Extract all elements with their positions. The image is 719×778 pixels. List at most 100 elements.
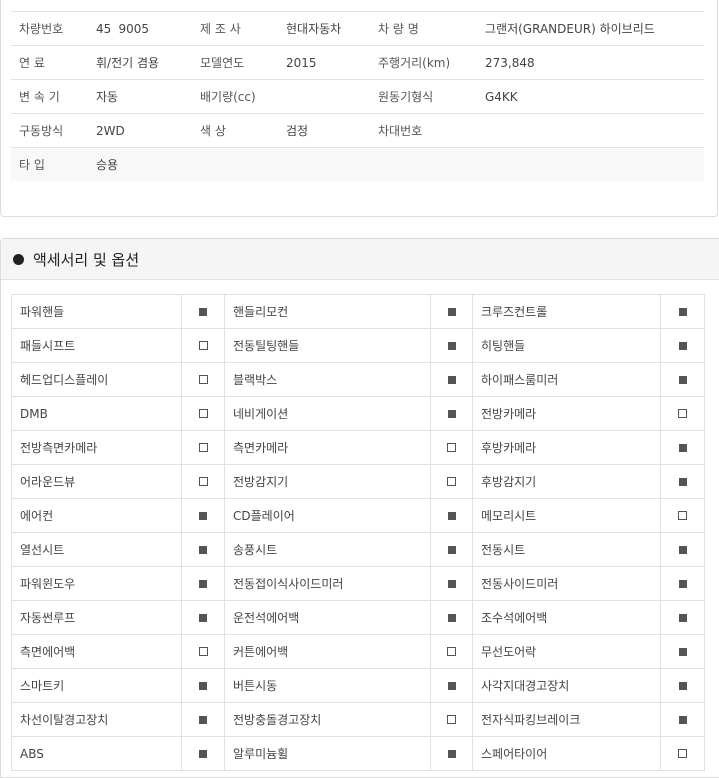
option-name: 측면카메라 — [224, 430, 431, 465]
bullet-icon — [13, 253, 24, 265]
filled-square-icon — [678, 579, 687, 588]
option-row: 전방측면카메라 측면카메라 후방카메라 — [11, 430, 705, 465]
option-name: 알루미늄휠 — [224, 736, 431, 771]
filled-square-icon — [447, 681, 456, 690]
option-name: 전동틸팅핸들 — [224, 328, 431, 363]
option-status-cell — [660, 702, 705, 737]
spec-value: 273,848 — [477, 45, 704, 80]
spec-label: 주행거리(km) — [370, 45, 477, 80]
spec-label: 차대번호 — [370, 113, 477, 148]
option-status-cell — [181, 498, 225, 533]
option-row: 어라운드뷰 전방감지기 후방감지기 — [11, 464, 705, 499]
option-status-cell — [660, 668, 705, 703]
filled-square-icon — [678, 647, 687, 656]
spec-label: 구동방식 — [11, 113, 88, 148]
option-row: 헤드업디스플레이 블랙박스 하이패스룸미러 — [11, 362, 705, 397]
option-name: 블랙박스 — [224, 362, 431, 397]
spec-row: 타 입 승용 — [11, 147, 704, 181]
options-header: 액세서리 및 옵션 — [1, 239, 719, 280]
option-name: 히팅핸들 — [472, 328, 661, 363]
options-panel: 액세서리 및 옵션 파워핸들 핸들리모컨 크루즈컨트롤 패들시프트 전동틸팅핸들 히팅핸들… — [0, 238, 719, 778]
spec-value: 현대자동차 — [278, 11, 370, 46]
option-name: 파워윈도우 — [11, 566, 182, 601]
options-title: 액세서리 및 옵션 — [33, 250, 140, 269]
option-name: 헤드업디스플레이 — [11, 362, 182, 397]
option-status-cell — [660, 600, 705, 635]
option-status-cell — [430, 328, 473, 363]
option-status-cell — [181, 566, 225, 601]
spec-row: 구동방식 2WD 색 상 검정 차대번호 — [11, 113, 704, 148]
filled-square-icon — [447, 375, 456, 384]
option-row: ABS 알루미늄휠 스페어타이어 — [11, 736, 705, 771]
option-status-cell — [660, 294, 705, 329]
option-name: 전방감지기 — [224, 464, 431, 499]
filled-square-icon — [447, 613, 456, 622]
empty-square-icon — [198, 340, 208, 350]
option-name: 파워핸들 — [11, 294, 182, 329]
option-name: 무선도어락 — [472, 634, 661, 669]
spec-value: 2015 — [278, 45, 370, 80]
empty-square-icon — [198, 646, 208, 656]
option-status-cell — [430, 566, 473, 601]
filled-square-icon — [447, 545, 456, 554]
option-status-cell — [430, 294, 473, 329]
option-name: CD플레이어 — [224, 498, 431, 533]
option-name: 조수석에어백 — [472, 600, 661, 635]
option-name: 스페어타이어 — [472, 736, 661, 771]
option-status-cell — [181, 464, 225, 499]
spec-value: 휘/전기 겸용 — [88, 45, 192, 80]
option-status-cell — [430, 498, 473, 533]
option-status-cell — [660, 566, 705, 601]
option-name: 전동시트 — [472, 532, 661, 567]
filled-square-icon — [678, 341, 687, 350]
option-row: 차선이탈경고장치 전방충돌경고장치 전자식파킹브레이크 — [11, 702, 705, 737]
option-row: 패들시프트 전동틸팅핸들 히팅핸들 — [11, 328, 705, 363]
spec-label: 타 입 — [11, 147, 88, 181]
filled-square-icon — [678, 477, 687, 486]
option-row: 파워윈도우 전동접이식사이드미러 전동사이드미러 — [11, 566, 705, 601]
option-name: 네비게이션 — [224, 396, 431, 431]
spec-label: 차량번호 — [11, 11, 88, 46]
spec-value: 검정 — [278, 113, 370, 148]
spec-value — [477, 147, 704, 181]
option-name: 전동접이식사이드미러 — [224, 566, 431, 601]
option-name: 핸들리모컨 — [224, 294, 431, 329]
option-status-cell — [660, 532, 705, 567]
empty-square-icon — [198, 442, 208, 452]
filled-square-icon — [199, 715, 207, 724]
option-name: 후방감지기 — [472, 464, 661, 499]
option-status-cell — [181, 430, 225, 465]
option-status-cell — [181, 362, 225, 397]
option-status-cell — [430, 464, 473, 499]
filled-square-icon — [199, 307, 207, 316]
option-status-cell — [181, 294, 225, 329]
empty-square-icon — [678, 510, 687, 520]
option-name: 자동썬루프 — [11, 600, 182, 635]
empty-square-icon — [447, 714, 456, 724]
empty-square-icon — [198, 408, 208, 418]
option-status-cell — [430, 736, 473, 771]
vehicle-spec-table: 차량번호 45 9005 제 조 사 현대자동차 차 량 명 그랜저(GRANDEUR) … — [11, 11, 704, 181]
option-name: 하이패스룸미러 — [472, 362, 661, 397]
spec-label: 제 조 사 — [192, 11, 278, 46]
option-name: 전방카메라 — [472, 396, 661, 431]
spec-value: 2WD — [88, 113, 192, 148]
option-status-cell — [430, 668, 473, 703]
option-name: 전방충돌경고장치 — [224, 702, 431, 737]
spec-label — [192, 147, 278, 181]
option-status-cell — [660, 362, 705, 397]
empty-square-icon — [447, 442, 456, 452]
option-name: 커튼에어백 — [224, 634, 431, 669]
empty-square-icon — [447, 646, 456, 656]
option-status-cell — [660, 328, 705, 363]
option-name: 차선이탈경고장치 — [11, 702, 182, 737]
option-row: 스마트키 버튼시동 사각지대경고장치 — [11, 668, 705, 703]
option-name: 전동사이드미러 — [472, 566, 661, 601]
option-status-cell — [660, 498, 705, 533]
filled-square-icon — [678, 681, 687, 690]
spec-value — [278, 147, 370, 181]
option-status-cell — [430, 634, 473, 669]
spec-row: 변 속 기 자동 배기량(cc) 원동기형식 G4KK — [11, 79, 704, 114]
option-name: 전방측면카메라 — [11, 430, 182, 465]
option-status-cell — [430, 532, 473, 567]
